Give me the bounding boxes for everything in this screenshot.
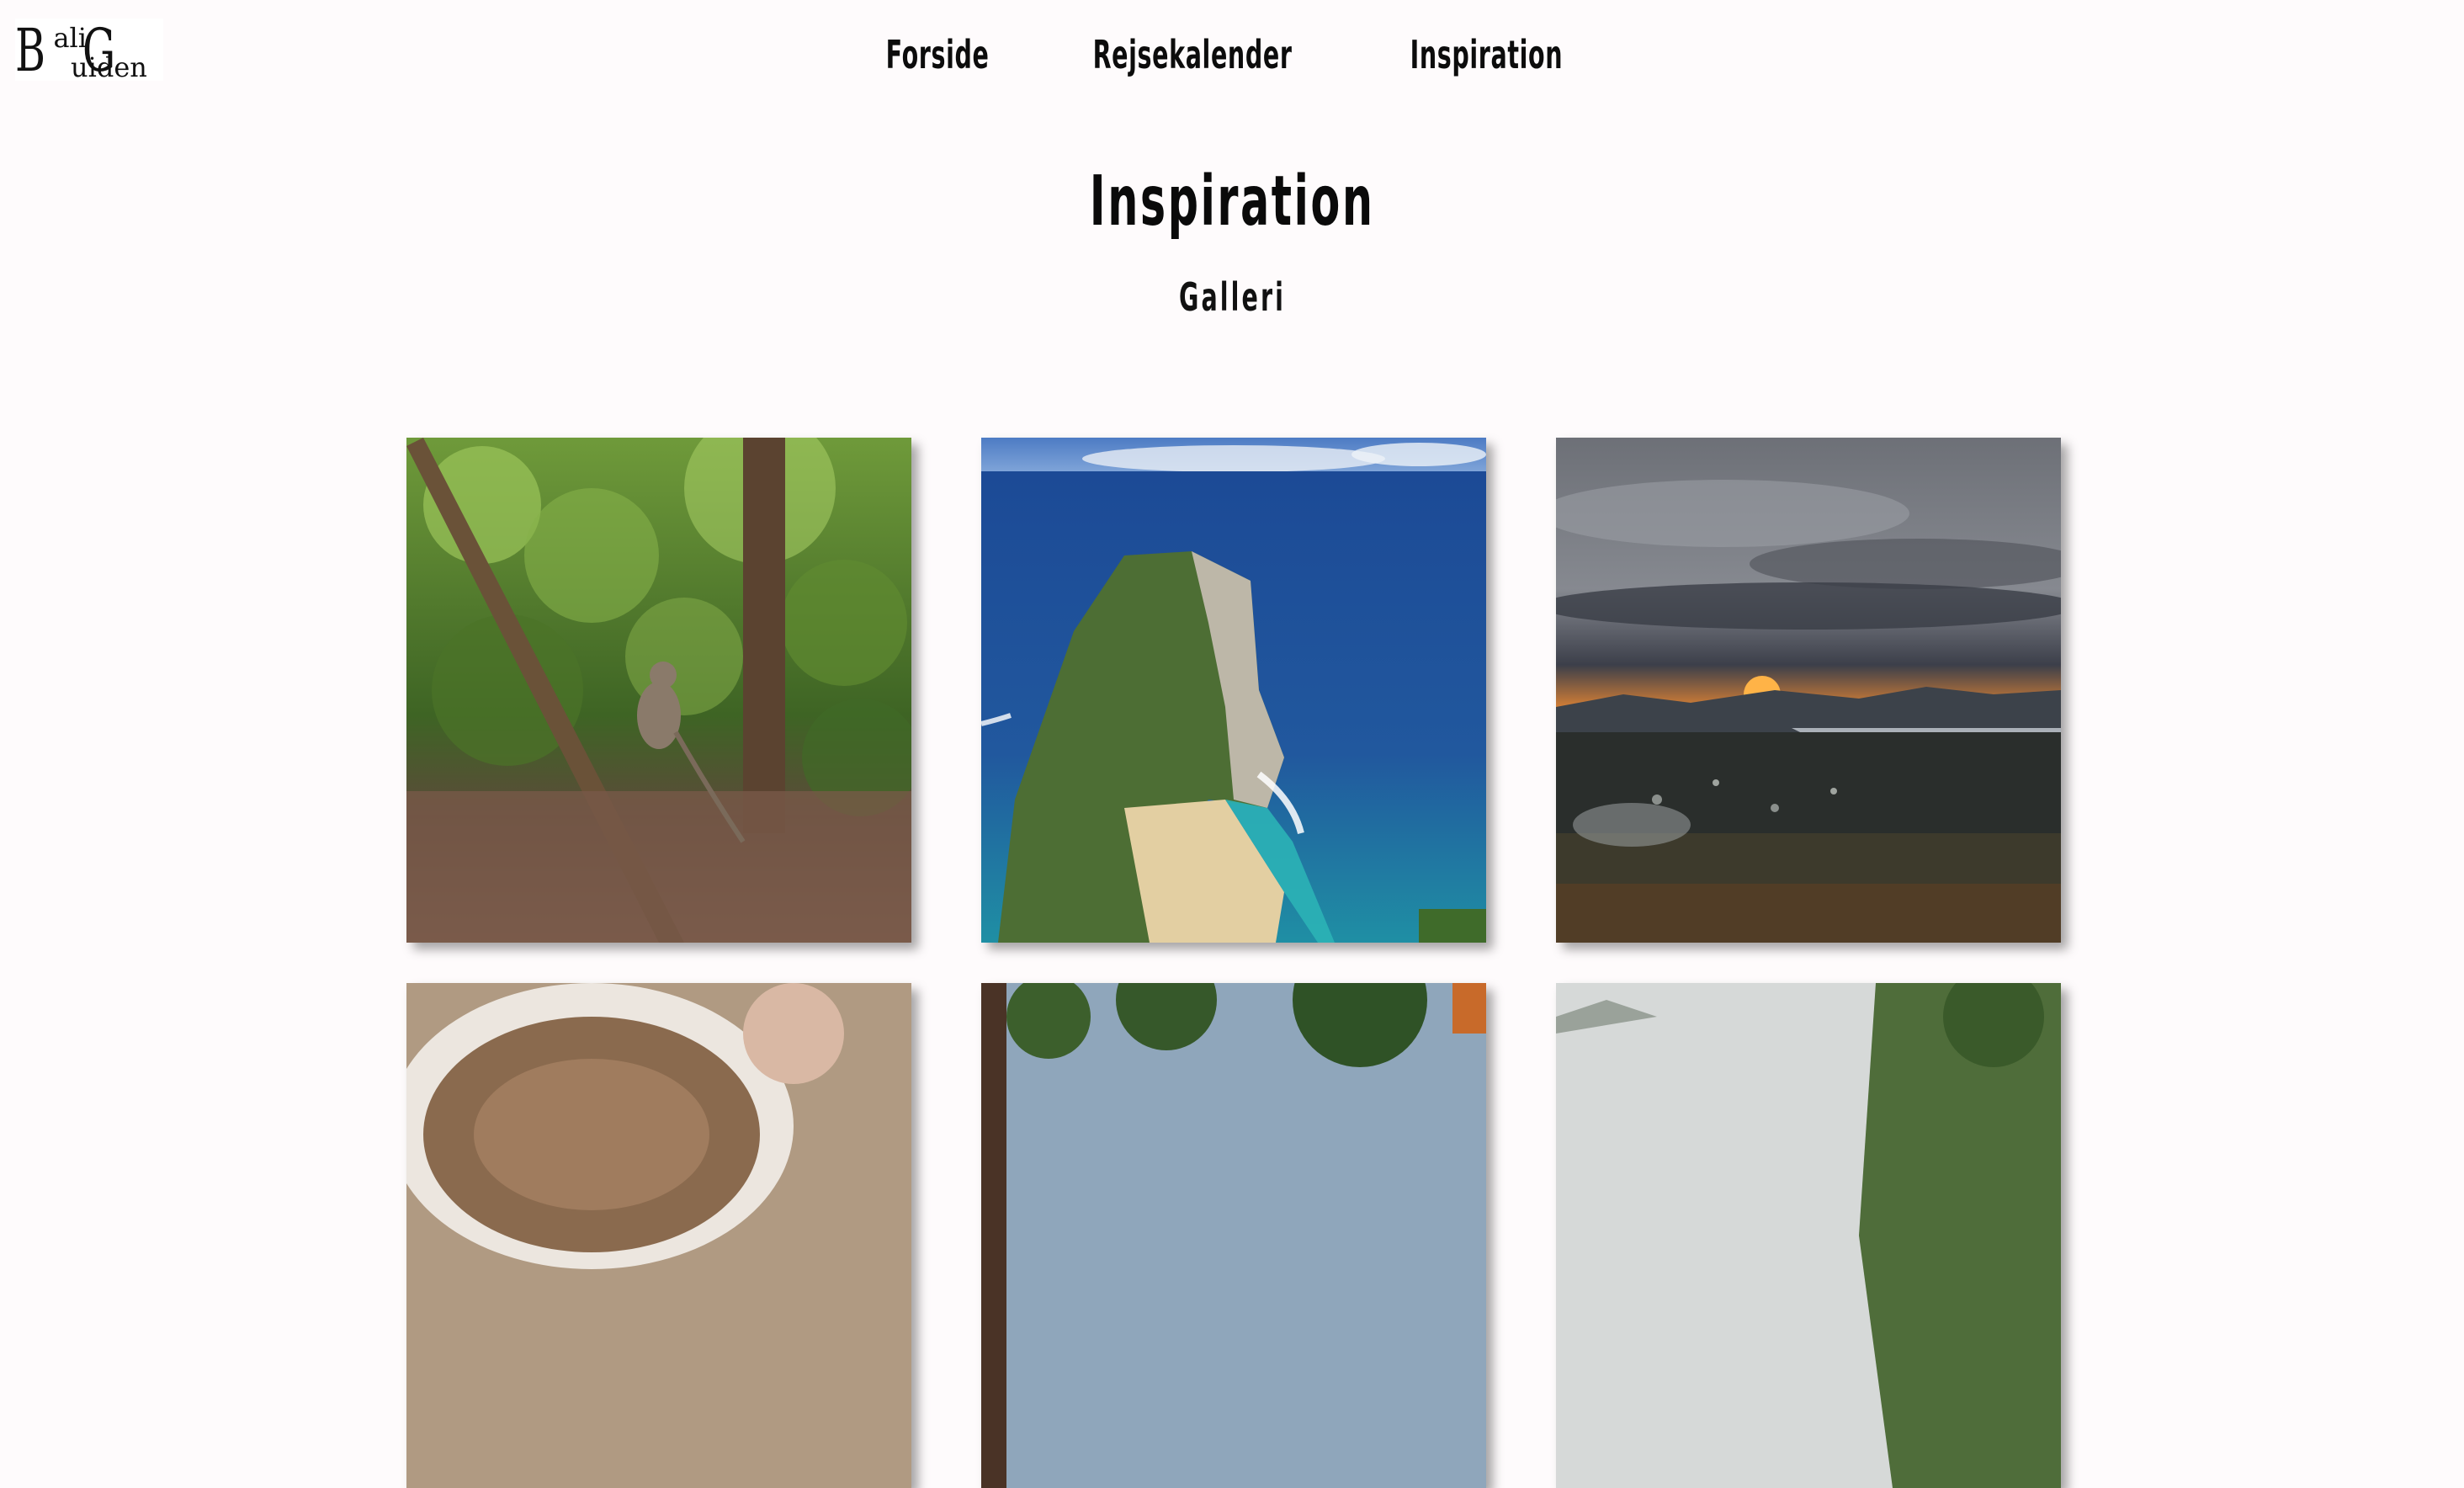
gallery-photo-coffee[interactable] — [406, 983, 911, 1488]
nav-item-rejsekalender[interactable]: Rejsekalender — [1092, 32, 1292, 77]
photo-coffee-image — [406, 983, 911, 1488]
gallery-photo-trees[interactable] — [981, 983, 1486, 1488]
header: Bali Guiden Forside Rejsekalender Inspir… — [0, 0, 2464, 118]
main-nav: Forside Rejsekalender Inspiration — [0, 32, 2464, 77]
photo-sunset-image — [1556, 438, 2061, 943]
photo-jungle-cliff-image — [1556, 983, 2061, 1488]
photo-gallery — [406, 438, 2061, 1488]
photo-monkey-image — [406, 438, 911, 943]
nav-item-forside[interactable]: Forside — [886, 32, 990, 77]
nav-item-inspiration[interactable]: Inspiration — [1410, 32, 1563, 77]
photo-cliff-beach-image — [981, 438, 1486, 943]
photo-trees-image — [981, 983, 1486, 1488]
gallery-photo-sunset[interactable] — [1556, 438, 2061, 943]
gallery-photo-cliff-beach[interactable] — [981, 438, 1486, 943]
gallery-heading-text: Galleri — [1178, 274, 1286, 320]
gallery-photo-jungle-cliff[interactable] — [1556, 983, 2061, 1488]
page-title: Inspiration — [0, 162, 2464, 242]
page-title-text: Inspiration — [1089, 162, 1375, 242]
gallery-heading: Galleri — [0, 274, 2464, 320]
gallery-photo-monkey[interactable] — [406, 438, 911, 943]
